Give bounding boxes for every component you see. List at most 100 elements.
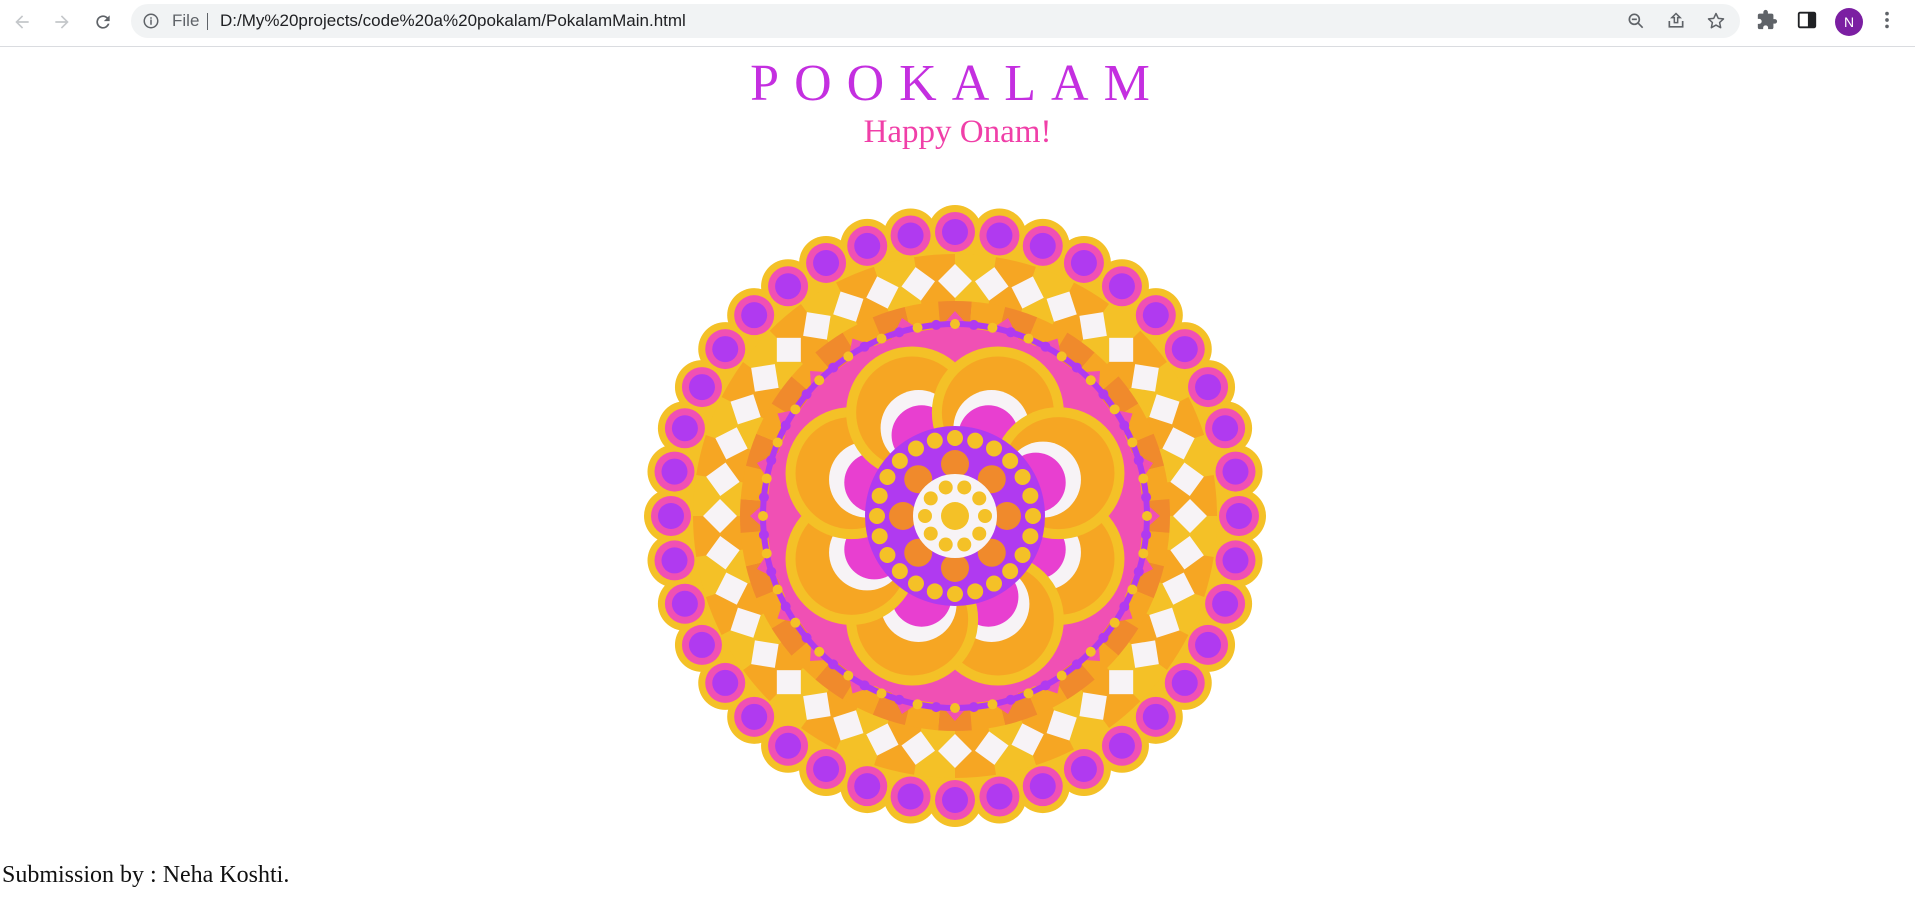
outer-petal-core — [942, 787, 968, 813]
dot — [859, 680, 870, 691]
dot — [761, 473, 772, 484]
dot — [780, 601, 791, 612]
white-square — [1131, 640, 1159, 668]
center-inner-bead — [957, 537, 972, 552]
outer-petal-core — [1195, 374, 1222, 401]
center-bead — [871, 487, 888, 504]
dot — [859, 341, 870, 352]
outer-petal-core — [661, 547, 688, 574]
center-bead — [1014, 469, 1031, 485]
address-url[interactable]: D:/My%20projects/code%20a%20pokalam/Poka… — [220, 4, 686, 38]
dot — [894, 694, 905, 705]
dot — [1119, 601, 1130, 612]
info-icon[interactable] — [142, 12, 160, 30]
center-orb — [993, 502, 1021, 530]
more-vert-icon[interactable] — [1876, 9, 1898, 31]
center-bead — [967, 432, 984, 449]
dot — [1023, 333, 1034, 344]
dot — [772, 437, 783, 448]
center-inner-bead — [978, 509, 992, 523]
extensions-puzzle-icon[interactable] — [1756, 9, 1778, 31]
dot — [876, 688, 887, 699]
center-inner-bead — [923, 491, 938, 506]
center-inner-bead — [972, 491, 987, 506]
dot — [814, 375, 825, 386]
outer-petal-core — [775, 273, 802, 300]
address-bar[interactable]: File D:/My%20projects/code%20a%20pokalam… — [131, 4, 1740, 38]
share-icon[interactable] — [1666, 11, 1686, 31]
outer-petal-core — [1222, 458, 1249, 485]
dot — [1133, 455, 1144, 466]
submission-credit: Submission by : Neha Koshti. — [2, 862, 290, 888]
center-bead — [986, 440, 1002, 457]
dot — [1109, 404, 1120, 415]
dot — [828, 362, 839, 373]
dot — [1085, 646, 1096, 657]
center-inner-bead — [918, 509, 932, 523]
center-bead — [986, 575, 1002, 592]
white-square — [751, 640, 779, 668]
outer-petal-core — [688, 631, 715, 658]
dot — [766, 566, 777, 577]
dot — [843, 351, 854, 362]
dot — [828, 659, 839, 670]
outer-petal-core — [813, 249, 840, 276]
address-scheme: File — [172, 11, 200, 30]
dot — [1138, 473, 1149, 484]
white-square — [751, 364, 779, 392]
center-inner-bead — [938, 537, 953, 552]
outer-petal-core — [1171, 669, 1198, 696]
outer-petal-core — [1108, 273, 1135, 300]
side-panel-icon[interactable] — [1796, 9, 1818, 31]
white-square — [1109, 337, 1134, 362]
center-inner-bead — [957, 480, 972, 495]
center-bead — [1002, 563, 1019, 580]
dot — [1098, 389, 1109, 400]
center-orb — [941, 450, 969, 478]
dot — [1085, 375, 1096, 386]
forward-arrow-icon[interactable] — [48, 8, 76, 36]
dot — [766, 455, 777, 466]
dot — [950, 319, 960, 329]
dot — [761, 548, 772, 559]
center-bead — [1025, 508, 1041, 524]
dot — [950, 703, 960, 713]
outer-petal-core — [1212, 590, 1239, 617]
white-square — [803, 692, 831, 720]
dot — [801, 632, 812, 643]
center-bead — [908, 575, 924, 592]
center-bead — [926, 432, 943, 449]
dot — [968, 319, 979, 330]
center-inner-bead — [972, 526, 987, 541]
dot — [987, 322, 998, 333]
white-square — [1131, 364, 1159, 392]
center-bead — [879, 469, 896, 485]
outer-petal-core — [897, 783, 924, 810]
dot — [912, 322, 923, 333]
outer-petal-core — [1226, 503, 1252, 529]
outer-petal-core — [1070, 249, 1097, 276]
dot — [758, 511, 768, 521]
back-arrow-icon[interactable] — [8, 8, 36, 36]
dot — [814, 646, 825, 657]
outer-petal-core — [813, 756, 840, 783]
outer-petal-core — [854, 232, 881, 259]
reload-icon[interactable] — [89, 8, 117, 36]
pookalam-rangoli — [644, 205, 1266, 827]
dot — [1040, 680, 1051, 691]
profile-avatar[interactable]: N — [1835, 8, 1863, 36]
dot — [780, 420, 791, 431]
dot — [1071, 362, 1082, 373]
center-bead — [891, 563, 908, 580]
star-icon[interactable] — [1706, 11, 1726, 31]
white-square — [1079, 692, 1107, 720]
dot — [912, 699, 923, 710]
outer-petal-core — [661, 458, 688, 485]
dot — [968, 702, 979, 713]
outer-petal-core — [671, 415, 698, 442]
outer-petal-core — [1171, 336, 1198, 363]
outer-petal-core — [1222, 547, 1249, 574]
dot — [790, 617, 801, 628]
zoom-out-icon[interactable] — [1626, 11, 1646, 31]
white-square — [1109, 670, 1134, 695]
